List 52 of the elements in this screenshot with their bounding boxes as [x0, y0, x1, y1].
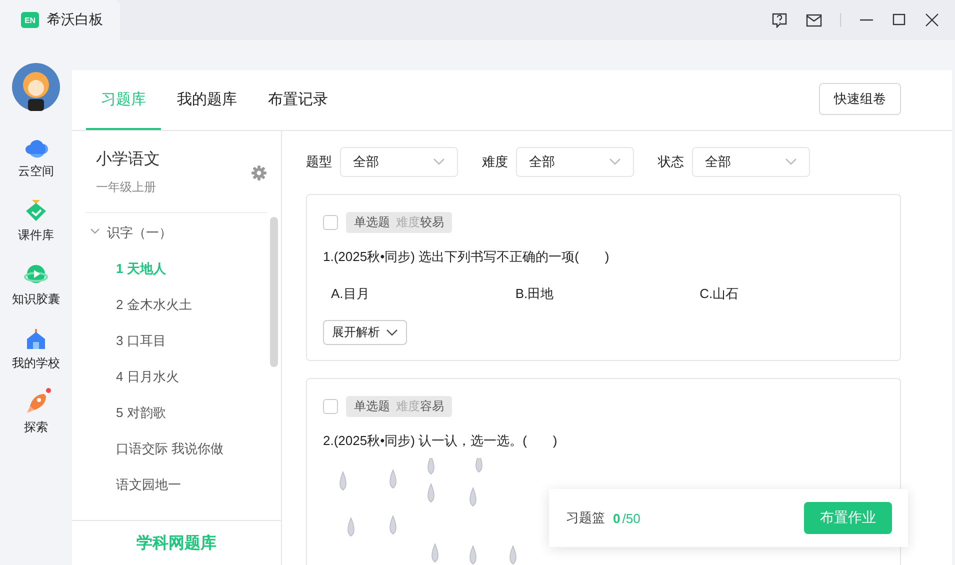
tree-item[interactable]: 5 对韵歌 — [72, 395, 172, 431]
filter-dropdown[interactable]: 全部 — [692, 147, 810, 177]
chevron-down-icon — [433, 158, 445, 166]
tree-item[interactable]: 2 金木水火土 — [72, 287, 198, 323]
grade-label: 一年级上册 — [96, 179, 157, 196]
nav-item[interactable]: 我的学校 — [12, 327, 60, 391]
answer-option: C.山石 — [700, 285, 884, 303]
basket-count: 0 — [613, 510, 620, 526]
chevron-down-icon — [609, 158, 621, 166]
tab[interactable]: 我的题库 — [162, 70, 252, 130]
tree-item[interactable]: 口语交际 我说你做 — [72, 431, 230, 467]
tree-item[interactable]: 3 口耳目 — [72, 323, 172, 359]
tree-item[interactable]: 4 日月水火 — [72, 359, 185, 395]
mail-icon[interactable] — [806, 12, 822, 28]
tree-item[interactable]: 语文园地一 — [72, 467, 187, 503]
filter-label: 题型 — [306, 153, 332, 171]
checkbox[interactable] — [323, 399, 338, 414]
nav-item[interactable]: 云空间 — [18, 135, 54, 199]
school-icon — [24, 327, 48, 351]
help-icon[interactable] — [771, 12, 788, 28]
tab[interactable]: 布置记录 — [253, 70, 343, 130]
filter-dropdown[interactable]: 全部 — [340, 147, 458, 177]
close-icon[interactable] — [925, 13, 939, 27]
question-text: 2.(2025秋•同步) 认一认，选一选。( ) — [323, 432, 558, 450]
checkbox[interactable] — [323, 215, 338, 230]
quick-compose-button[interactable]: 快速组卷 — [819, 82, 901, 114]
app-logo: EN — [21, 12, 39, 28]
scrollbar[interactable] — [270, 217, 278, 367]
subject-title: 小学语文 — [96, 150, 160, 170]
expand-analysis-button[interactable]: 展开解析 — [323, 320, 407, 345]
filter-dropdown[interactable]: 全部 — [516, 147, 634, 177]
question-text: 1.(2025秋•同步) 选出下列书写不正确的一项( ) — [323, 248, 610, 266]
basket-total: /50 — [622, 510, 640, 526]
nav-item[interactable]: 课件库 — [18, 199, 54, 263]
filter-label: 状态 — [658, 153, 684, 171]
chevron-down-icon — [386, 328, 398, 336]
question-tag: 单选题 难度较易 — [346, 212, 452, 233]
answer-option: A.目月 — [331, 285, 516, 303]
answer-option: B.田地 — [515, 285, 700, 303]
nav-item[interactable]: 探索 — [24, 391, 48, 455]
avatar-icon[interactable] — [12, 63, 60, 111]
chevron-down-icon — [785, 158, 797, 166]
maximize-icon[interactable] — [892, 13, 907, 27]
diamond-icon — [24, 199, 48, 223]
window-title: 希沃白板 — [47, 11, 103, 29]
tree-node[interactable]: 识字（一） — [72, 215, 178, 251]
filter-label: 难度 — [482, 153, 508, 171]
settings-icon[interactable] — [251, 164, 267, 180]
basket-label: 习题篮 — [566, 509, 605, 527]
question-tag: 单选题 难度容易 — [346, 396, 452, 417]
nav-item[interactable]: 知识胶囊 — [12, 263, 60, 327]
rocket-icon — [24, 391, 48, 415]
